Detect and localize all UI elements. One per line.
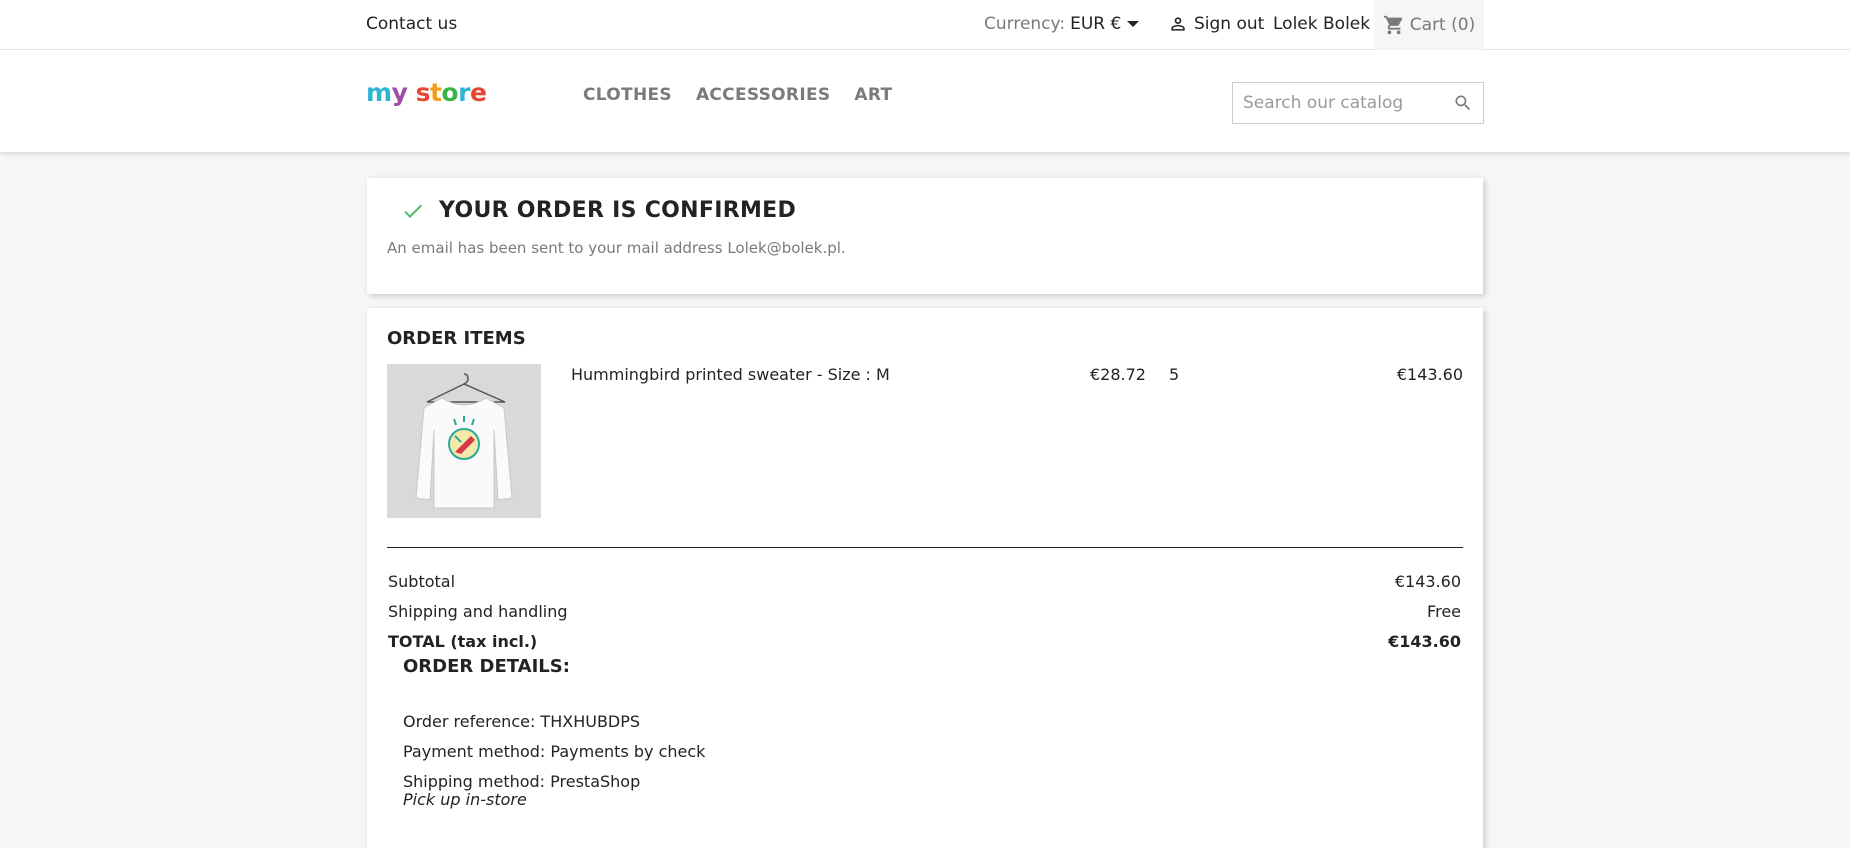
order-items-heading: ORDER ITEMS — [387, 328, 526, 349]
product-name: Hummingbird printed sweater - Size : M — [571, 365, 890, 384]
currency-selector[interactable]: Currency: EUR € — [984, 14, 1140, 34]
cart-button[interactable]: Cart (0) — [1374, 0, 1484, 50]
nav-item-accessories[interactable]: ACCESSORIES — [696, 85, 830, 105]
product-image — [387, 364, 541, 518]
currency-value: EUR € — [1070, 14, 1122, 34]
sweater-image — [387, 364, 541, 518]
confirmation-heading: YOUR ORDER IS CONFIRMED — [439, 198, 797, 223]
subtotal-row: Subtotal €143.60 — [388, 572, 1461, 591]
divider — [387, 547, 1463, 548]
order-items-card: ORDER ITEMS Hummingbird printed sweater … — [367, 308, 1483, 848]
payment-method: Payment method: Payments by check — [403, 742, 706, 761]
shipping-label: Shipping and handling — [388, 602, 568, 621]
nav-item-clothes[interactable]: CLOTHES — [583, 85, 672, 105]
search-input[interactable] — [1233, 83, 1433, 123]
shipping-value: Free — [1427, 602, 1461, 621]
chevron-down-icon — [1127, 21, 1140, 27]
nav-item-art[interactable]: ART — [854, 85, 892, 105]
total-row: TOTAL (tax incl.) €143.60 — [388, 632, 1461, 651]
person-icon — [1171, 17, 1185, 31]
unit-price: €28.72 — [1090, 365, 1146, 384]
main-nav: CLOTHES ACCESSORIES ART — [583, 85, 892, 105]
top-bar: Contact us Currency: EUR € Sign out Lole… — [0, 0, 1850, 50]
account-link[interactable]: Lolek Bolek — [1273, 14, 1370, 34]
quantity: 5 — [1169, 365, 1180, 384]
sign-out-link[interactable]: Sign out — [1168, 14, 1264, 34]
total-value: €143.60 — [1388, 632, 1461, 651]
currency-label: Currency: — [984, 14, 1066, 34]
shopping-cart-icon — [1383, 15, 1403, 35]
shipping-row: Shipping and handling Free — [388, 602, 1461, 621]
order-reference: Order reference: THXHUBDPS — [403, 712, 641, 731]
sign-out-label: Sign out — [1194, 14, 1265, 34]
search-box — [1232, 82, 1484, 124]
search-icon[interactable] — [1453, 93, 1473, 113]
cart-label: Cart (0) — [1409, 15, 1476, 35]
subtotal-label: Subtotal — [388, 572, 456, 591]
line-total: €143.60 — [1396, 365, 1463, 384]
order-details-heading: ORDER DETAILS: — [403, 656, 570, 677]
order-confirmation-card: YOUR ORDER IS CONFIRMED An email has bee… — [367, 178, 1483, 294]
contact-us-link[interactable]: Contact us — [366, 14, 457, 34]
main-header: my store CLOTHES ACCESSORIES ART — [0, 50, 1850, 152]
total-label: TOTAL (tax incl.) — [388, 632, 538, 651]
confirmation-message: An email has been sent to your mail addr… — [387, 239, 846, 257]
confirmation-title: YOUR ORDER IS CONFIRMED — [401, 198, 796, 223]
check-icon — [404, 204, 422, 218]
order-details: ORDER DETAILS: Order reference: THXHUBDP… — [403, 656, 705, 809]
subtotal-value: €143.60 — [1394, 572, 1461, 591]
store-logo[interactable]: my store — [366, 78, 487, 107]
